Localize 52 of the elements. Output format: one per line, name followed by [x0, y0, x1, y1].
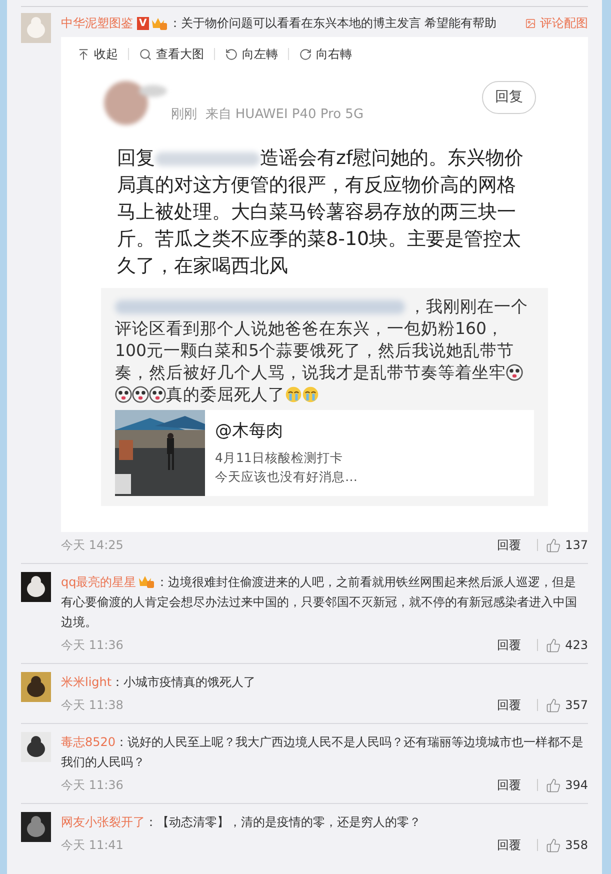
avatar[interactable]	[21, 572, 51, 602]
like-count: 358	[565, 837, 588, 854]
image-icon	[525, 18, 536, 28]
crying-emoji-icon	[285, 386, 302, 403]
reply-button[interactable]: 回覆	[497, 636, 530, 654]
collapse-icon	[77, 48, 90, 60]
comment-text: ：关于物价问题可以看看在东兴本地的博主发言 希望能有帮助	[168, 15, 497, 32]
toolbar-button[interactable]: 查看大图	[139, 45, 204, 63]
like-icon[interactable]	[546, 778, 562, 792]
search-icon	[139, 48, 152, 60]
post-meta: 刚刚 来自 HUAWEI P40 Pro 5G	[171, 107, 364, 123]
like-icon[interactable]	[546, 698, 562, 712]
reply-button[interactable]: 回覆	[497, 536, 530, 554]
timestamp: 今天 11:36	[61, 777, 124, 794]
reply-button[interactable]: 回覆	[497, 776, 530, 794]
emoji-icon	[132, 386, 149, 403]
timestamp: 今天 14:25	[61, 537, 124, 554]
rotate-right-icon	[299, 48, 312, 60]
emoji-icon	[506, 364, 523, 381]
crying-emoji-icon	[302, 386, 319, 403]
toolbar-button[interactable]: 向左轉	[225, 45, 278, 63]
rotate-left-icon	[225, 48, 238, 60]
link-card[interactable]: @木每肉 4月11日核酸检测打卡 今天应该也没有好消息…	[115, 410, 534, 496]
like-icon[interactable]	[546, 838, 562, 852]
reply-button[interactable]: 回覆	[497, 696, 530, 714]
quoted-comment: ，我刚刚在一个评论区看到那个人说她爸爸在东兴，一包奶粉160，100元一颗白菜和5个蒜要饿死了，然后我说她乱带节奏，然后被好几个人骂，说我才是乱带节奏等着坐牢 真的委屈死人了	[115, 296, 529, 406]
comment-text: qq最亮的星星 ：边境很难封住偷渡进来的人吧，之前看就用铁丝网围起来然后派人巡逻，但是有心要偷渡的人肯定会想尽办法过来中国的，只要邻国不灭新冠，就不停的有新冠感染者进入中国边境。	[61, 572, 578, 631]
verified-badge: V	[137, 16, 149, 30]
like-icon[interactable]	[546, 538, 562, 552]
avatar[interactable]	[21, 732, 51, 762]
comment-text: 毒志8520：说好的人民至上呢？我大广西边境人民不是人民吗？还有瑞丽等边境城市也一样都不是我们的人民吗？	[61, 734, 585, 771]
like-count: 394	[565, 777, 588, 794]
timestamp: 今天 11:36	[61, 637, 124, 654]
comment-text: 网友小张裂开了：【动态清零】，清的是疫情的零，还是穷人的零？	[61, 814, 422, 831]
card-line: 4月11日核酸检测打卡	[215, 449, 344, 467]
timestamp: 今天 11:38	[61, 697, 124, 714]
like-count: 423	[565, 637, 588, 654]
emoji-icon	[115, 386, 132, 403]
avatar[interactable]	[21, 672, 51, 702]
reply-button[interactable]: 回覆	[497, 836, 530, 854]
reply-text: 回复 造谣会有zf慰问她的。东兴物价局真的对这方便管的很严，有反应物价高的网格马上被处理。大白菜马铃薯容易存放的两三块一斤。苦瓜之类不应季的菜8-10块。主要是管控太久了，在家喝西北风	[116, 146, 525, 279]
timestamp: 今天 11:41	[61, 837, 124, 854]
toolbar-button[interactable]: 收起	[77, 45, 118, 63]
like-count: 357	[565, 697, 588, 714]
like-icon[interactable]	[546, 638, 562, 652]
emoji-icon	[149, 386, 166, 403]
toolbar-button[interactable]: 向右轉	[299, 45, 352, 63]
card-line: 今天应该也没有好消息…	[215, 468, 358, 486]
like-count: 137	[565, 537, 588, 554]
comment-text: 米米light：小城市疫情真的饿死人了	[61, 674, 257, 691]
reply-button[interactable]: 回复	[482, 81, 536, 114]
card-title: @木每肉	[215, 420, 284, 443]
